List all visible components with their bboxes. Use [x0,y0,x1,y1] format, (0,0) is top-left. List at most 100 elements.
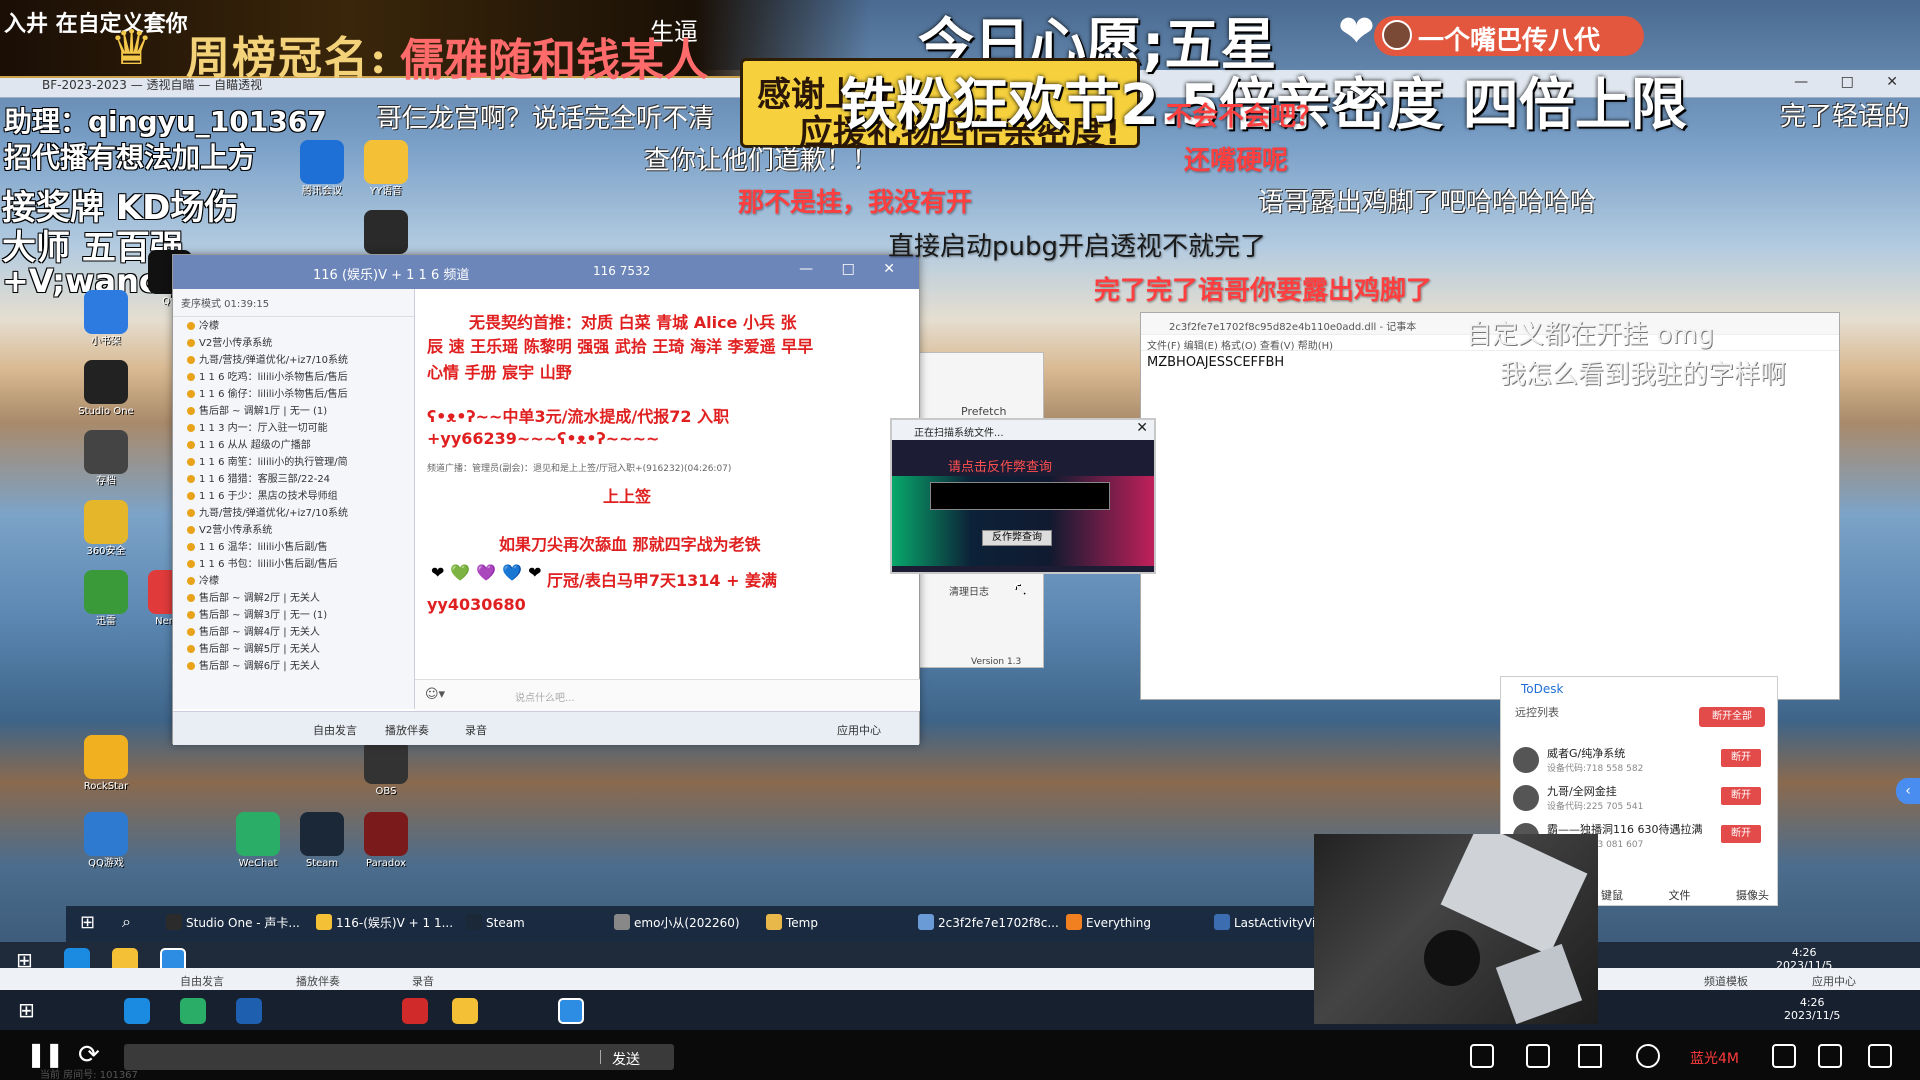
app-center-button[interactable]: 应用中心 [837,722,881,738]
disconnect-button[interactable]: 断开 [1721,749,1761,767]
search-icon[interactable]: ⌕ [122,912,131,932]
desktop-icon[interactable]: RockStar [74,735,138,793]
send-button[interactable]: 发送 [612,1049,640,1069]
channel-tree-row[interactable]: 售后部 ~ 调解4厅 | 无关人 [173,623,414,640]
quality-select[interactable]: 蓝光4M [1690,1048,1739,1068]
bar-record[interactable]: 录音 [412,973,434,989]
channel-tree-row[interactable]: 售后部 ~ 调解5厅 | 无关人 [173,640,414,657]
yy-input-bar: ☺▾ 说点什么吧... [415,679,920,711]
danmaku-comment: 自定义都在开挂 omg [1466,320,1715,350]
free-speech-button[interactable]: 自由发言 [313,722,357,738]
chat-line: ʕ•ᴥ•ʔ~~中单3元/流水提成/代报72 入职 [427,407,730,426]
chat-input[interactable]: 说点什么吧... [515,689,575,704]
host-wechat-icon[interactable] [180,998,206,1024]
keyboard-mouse-label[interactable]: 键鼠 [1601,889,1623,902]
desktop-icon[interactable]: YY语音 [354,140,418,198]
side-collapse-button[interactable]: ‹ [1896,778,1920,804]
yy-chat-area: 无畏契约首推：对质 白菜 青城 Alice 小兵 张辰 速 王乐瑶 陈黎明 强强… [423,289,919,689]
desktop-icon[interactable]: WeChat [226,812,290,870]
user-status-icon [187,526,195,534]
taskbar-item[interactable]: LastActivityVi... [1214,914,1327,930]
channel-tree-row[interactable]: 售后部 ~ 调解1厅 | 无一 (1) [173,402,414,419]
bar-accompaniment[interactable]: 播放伴奏 [296,973,340,989]
pause-icon[interactable]: ❚❚ [26,1040,64,1068]
channel-tree-row[interactable]: 冷檬 [173,572,414,589]
channel-tree-row[interactable]: V2营小传承系统 [173,521,414,538]
host-edge-icon[interactable] [124,998,150,1024]
tree-row-label: 冷檬 [199,321,219,332]
desktop-icon[interactable]: 存档 [74,430,138,488]
taskbar-item[interactable]: Studio One - 声卡... [166,914,300,931]
channel-tree-row[interactable]: 1 1 3 内一：厅入驻一切可能 [173,419,414,436]
taskbar-item[interactable]: 116-(娱乐)V + 1 1... [316,914,453,931]
host-netease-icon[interactable] [402,998,428,1024]
host-todesk-icon[interactable] [558,998,584,1024]
taskbar-item[interactable]: emo小从(202260) [614,914,740,931]
tree-row-label: 冷檬 [199,576,219,587]
desktop-icon[interactable]: Studio One [74,360,138,418]
accompaniment-button[interactable]: 播放伴奏 [385,722,429,738]
channel-tree-row[interactable]: 1 1 6 书包：lilili小售后副/售后 [173,555,414,572]
channel-tree-row[interactable]: 售后部 ~ 调解3厅 | 无一 (1) [173,606,414,623]
desktop-icon[interactable]: 小书架 [74,290,138,348]
taskbar-item[interactable]: 2c3f2fe7e1702f8c... [918,914,1059,930]
host-yy-icon[interactable] [452,998,478,1024]
host-start-icon[interactable]: ⊞ [18,998,35,1022]
desktop-icon[interactable]: QQ游戏 [74,812,138,870]
user-status-icon [187,390,195,398]
channel-tree-row[interactable]: 1 1 6 偷仔：lilili小杀物售后/售后 [173,385,414,402]
channel-tree-row[interactable]: 冷檬 [173,317,414,334]
taskbar-item[interactable]: Temp [766,914,818,930]
desktop-icon[interactable]: 腾讯会议 [290,140,354,198]
danmaku-toggle-icon[interactable] [1636,1044,1660,1068]
scan-input[interactable] [930,482,1110,510]
fullscreen-icon[interactable] [1868,1044,1892,1068]
window-controls[interactable]: — □ ✕ [1794,74,1912,90]
channel-tree-row[interactable]: V2营小传承系统 [173,334,414,351]
desktop-icon[interactable]: Steam [290,812,354,870]
channel-tree-row[interactable]: 1 1 6 吃鸡：lilili小杀物售后/售后 [173,368,414,385]
follow-pill[interactable]: 一个嘴巴传八代 [1374,16,1644,56]
desktop-icon[interactable]: 360安全 [74,500,138,558]
volume-icon[interactable] [1578,1044,1602,1068]
close-icon[interactable]: ✕ [1136,420,1148,436]
channel-tree-row[interactable]: 九哥/营技/弹道优化/+iz7/10系统 [173,351,414,368]
file-label[interactable]: 文件 [1669,889,1691,902]
channel-tree-row[interactable]: 九哥/营技/弹道优化/+iz7/10系统 [173,504,414,521]
taskbar-item[interactable]: Steam [466,914,525,930]
channel-tree-row[interactable]: 1 1 6 温华：lilili小售后副/售 [173,538,414,555]
bar-app-center[interactable]: 应用中心 [1812,973,1856,989]
desktop-icon[interactable]: Paradox [354,812,418,870]
web-fullscreen-icon[interactable] [1818,1044,1842,1068]
disconnect-button[interactable]: 断开 [1721,825,1761,843]
screenshot-icon[interactable] [1470,1044,1494,1068]
emoji-button[interactable]: ☺▾ [425,687,445,702]
host-app-icon[interactable] [236,998,262,1024]
disconnect-button[interactable]: 断开 [1721,787,1761,805]
channel-tree-row[interactable]: 1 1 6 于少：黑店の技术导师组 [173,487,414,504]
camera-label[interactable]: 摄像头 [1736,889,1769,902]
start-icon[interactable]: ⊞ [80,912,95,933]
channel-tree-row[interactable]: 1 1 6 从从 超级の广播部 [173,436,414,453]
channel-tree-row[interactable]: 售后部 ~ 调解6厅 | 无关人 [173,657,414,674]
danmaku-input[interactable] [124,1044,674,1070]
disconnect-all-button[interactable]: 断开全部 [1699,707,1765,727]
channel-tree-row[interactable]: 售后部 ~ 调解2厅 | 无关人 [173,589,414,606]
user-status-icon [187,560,195,568]
desktop-icon[interactable]: OBS [354,740,418,798]
todesk-foot: 键鼠 文件 摄像头 [1601,887,1769,903]
taskbar-item-label: LastActivityVi... [1234,916,1327,930]
taskbar-item[interactable]: Everything [1066,914,1151,930]
bar-channel-template[interactable]: 频道模板 [1704,973,1748,989]
desktop-icon[interactable]: 迅雷 [74,570,138,628]
record-button[interactable]: 录音 [465,722,487,738]
edit-icon[interactable] [1526,1044,1550,1068]
settings-icon[interactable] [1772,1044,1796,1068]
channel-tree-row[interactable]: 1 1 6 猎猎：客服三部/22-24 [173,470,414,487]
clear-log-label[interactable]: 清理日志 [949,583,989,598]
yy-window-controls[interactable]: — □ ✕ [799,261,907,277]
channel-tree-row[interactable]: 1 1 6 南笙：lilili小的执行管理/简 [173,453,414,470]
bar-free-speech[interactable]: 自由发言 [180,973,224,989]
anti-cheat-button[interactable]: 反作弊查询 [982,530,1052,546]
chat-line: yy4030680 [427,595,526,614]
